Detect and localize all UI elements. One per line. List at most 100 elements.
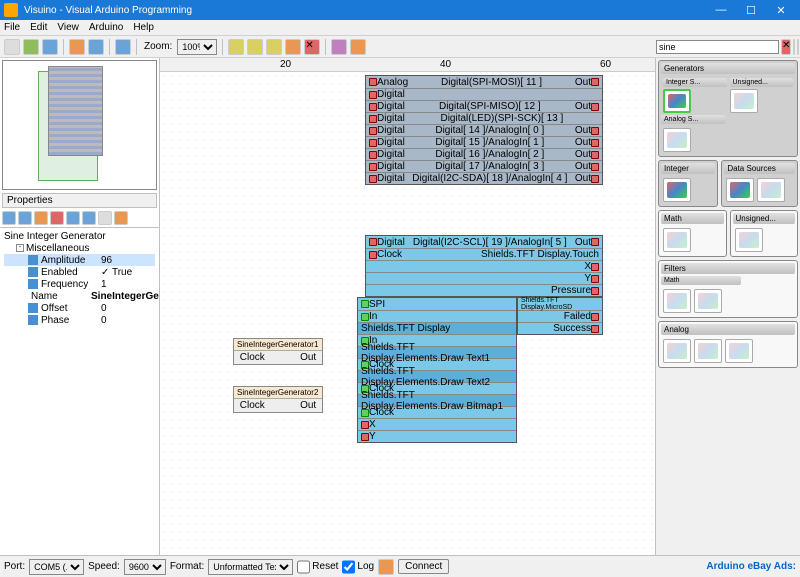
pin-out[interactable] <box>591 78 599 86</box>
sine-generator-1[interactable]: SineIntegerGenerator1 ClockOut <box>233 338 323 365</box>
search-input[interactable] <box>656 40 779 54</box>
design-canvas[interactable]: AnalogDigital(SPI-MOSI)[ 11 ]Out Digital… <box>160 72 655 555</box>
minimize-button[interactable]: — <box>706 4 736 17</box>
sine-generator-2[interactable]: SineIntegerGenerator2 ClockOut <box>233 386 323 413</box>
pin-in[interactable] <box>361 433 369 441</box>
pin-in[interactable] <box>369 175 377 183</box>
new-button[interactable] <box>4 39 20 55</box>
component-unsigned[interactable] <box>730 89 758 113</box>
component-item[interactable] <box>663 178 691 202</box>
pin-in[interactable] <box>369 91 377 99</box>
pin-in[interactable] <box>369 139 377 147</box>
menu-arduino[interactable]: Arduino <box>89 22 123 33</box>
maximize-button[interactable]: ☐ <box>736 4 766 17</box>
layout-button[interactable] <box>285 39 301 55</box>
overview-map[interactable] <box>2 60 157 190</box>
pin-in[interactable] <box>369 127 377 135</box>
delete-button[interactable]: ✕ <box>304 39 320 55</box>
component-item[interactable] <box>694 339 722 363</box>
component-item[interactable] <box>694 289 722 313</box>
pin-in[interactable] <box>361 300 369 308</box>
pin-in[interactable] <box>369 251 377 259</box>
reset-checkbox[interactable]: Reset <box>297 559 338 575</box>
connect-button[interactable]: Connect <box>398 559 449 574</box>
menu-view[interactable]: View <box>57 22 79 33</box>
zoom-select[interactable]: 100% <box>177 39 217 55</box>
ads-label[interactable]: Arduino eBay Ads: <box>706 561 796 572</box>
component-item[interactable] <box>663 339 691 363</box>
tree-group[interactable]: -Miscellaneous <box>4 242 155 254</box>
pin-in[interactable] <box>369 78 377 86</box>
props-btn-5[interactable] <box>66 211 80 225</box>
microsd-block[interactable]: Shields.TFT Display.MicroSD Failed Succe… <box>517 297 603 335</box>
props-btn-8[interactable] <box>114 211 128 225</box>
pin-out[interactable] <box>591 163 599 171</box>
filter-2-icon[interactable] <box>797 39 799 55</box>
pin-in[interactable] <box>369 238 377 246</box>
screenshot-button[interactable] <box>88 39 104 55</box>
pin-out[interactable] <box>591 151 599 159</box>
pin-out[interactable] <box>591 313 599 321</box>
pin-out[interactable] <box>591 139 599 147</box>
pin-in[interactable] <box>361 409 369 417</box>
props-btn-1[interactable] <box>2 211 16 225</box>
component-button[interactable] <box>69 39 85 55</box>
log-checkbox[interactable]: Log <box>342 559 374 575</box>
collapse-icon[interactable]: - <box>16 244 24 252</box>
prop-enabled[interactable]: Enabled✓ True <box>4 266 155 278</box>
speed-select[interactable]: 9600 <box>124 559 166 575</box>
pin-in[interactable] <box>369 103 377 111</box>
zoom-in-button[interactable] <box>228 39 244 55</box>
pin-out[interactable] <box>591 287 599 295</box>
component-item[interactable] <box>757 178 785 202</box>
prop-name[interactable]: NameSineIntegerGenerator1 <box>4 290 155 302</box>
arduino-block[interactable]: AnalogDigital(SPI-MOSI)[ 11 ]Out Digital… <box>365 75 603 185</box>
props-btn-3[interactable] <box>34 211 48 225</box>
component-item[interactable] <box>725 339 753 363</box>
props-btn-6[interactable] <box>82 211 96 225</box>
props-btn-2[interactable] <box>18 211 32 225</box>
component-item[interactable] <box>726 178 754 202</box>
pin-out[interactable] <box>591 103 599 111</box>
props-btn-4[interactable] <box>50 211 64 225</box>
menu-help[interactable]: Help <box>133 22 154 33</box>
component-item[interactable] <box>735 228 763 252</box>
property-tree[interactable]: Sine Integer Generator -Miscellaneous Am… <box>0 228 159 555</box>
component-item[interactable] <box>663 289 691 313</box>
component-analog-sine[interactable] <box>663 128 691 152</box>
close-button[interactable]: ✕ <box>766 4 796 17</box>
wiki-button[interactable] <box>331 39 347 55</box>
menu-file[interactable]: File <box>4 22 20 33</box>
pin-in[interactable] <box>369 163 377 171</box>
pin-out[interactable] <box>591 175 599 183</box>
print-button[interactable] <box>115 39 131 55</box>
save-button[interactable] <box>42 39 58 55</box>
zoom-out-button[interactable] <box>247 39 263 55</box>
pin-out[interactable] <box>591 325 599 333</box>
component-item[interactable] <box>663 228 691 252</box>
pin-out[interactable] <box>591 238 599 246</box>
pin-in[interactable] <box>369 151 377 159</box>
tree-root[interactable]: Sine Integer Generator <box>4 230 155 242</box>
port-select[interactable]: COM5 (... <box>29 559 84 575</box>
search-clear-icon[interactable]: ✕ <box>781 39 791 55</box>
pin-out[interactable] <box>591 263 599 271</box>
prop-phase[interactable]: Phase0 <box>4 314 155 326</box>
pin-out[interactable] <box>591 127 599 135</box>
filter-1-icon[interactable] <box>793 39 795 55</box>
arduino-shield-block[interactable]: DigitalDigital(I2C-SCL)[ 19 ]/AnalogIn[ … <box>365 235 603 297</box>
props-btn-7[interactable] <box>98 211 112 225</box>
folder-icon[interactable] <box>378 559 394 575</box>
panel-header[interactable]: Generators <box>661 63 795 74</box>
pin-out[interactable] <box>591 275 599 283</box>
menu-edit[interactable]: Edit <box>30 22 47 33</box>
tft-sub-block[interactable]: SPI In Shields.TFT Display In Shields.TF… <box>357 297 517 443</box>
zoom-fit-button[interactable] <box>266 39 282 55</box>
component-integer-sine[interactable] <box>663 89 691 113</box>
pin-in[interactable] <box>369 115 377 123</box>
format-select[interactable]: Unformatted Text <box>208 559 293 575</box>
help-button[interactable] <box>350 39 366 55</box>
pin-in[interactable] <box>361 421 369 429</box>
prop-frequency[interactable]: Frequency1 <box>4 278 155 290</box>
prop-amplitude[interactable]: Amplitude96 <box>4 254 155 266</box>
